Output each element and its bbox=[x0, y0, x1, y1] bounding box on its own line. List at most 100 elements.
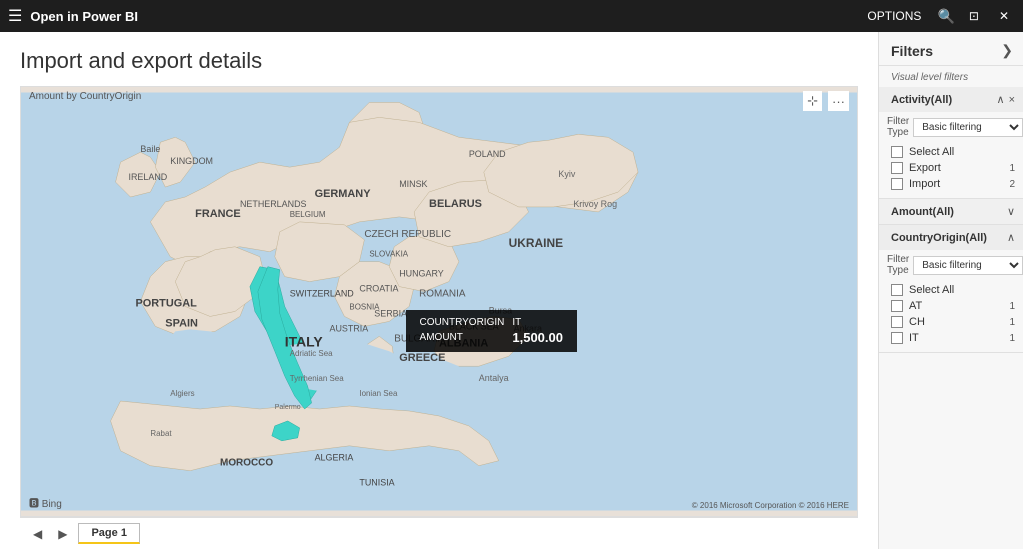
svg-text:BELARUS: BELARUS bbox=[429, 198, 482, 210]
svg-text:NETHERLANDS: NETHERLANDS bbox=[240, 199, 307, 209]
filter-group-amount-icons: ∨ bbox=[1007, 205, 1015, 218]
filter-group-amount: Amount(All) ∨ bbox=[879, 199, 1023, 225]
titlebar: ☰ Open in Power BI OPTIONS 🔍 ⊡ ✕ bbox=[0, 0, 1023, 32]
svg-text:GREECE: GREECE bbox=[399, 352, 445, 364]
filter-group-activity-name: Activity(All) bbox=[891, 94, 952, 106]
page-tab-1[interactable]: Page 1 bbox=[78, 523, 139, 544]
filter-item-count-activity-1: 1 bbox=[1009, 163, 1015, 174]
svg-text:UKRAINE: UKRAINE bbox=[509, 236, 563, 250]
svg-text:IRELAND: IRELAND bbox=[128, 172, 167, 182]
filter-checkbox-countryorigin-ch[interactable] bbox=[891, 316, 903, 328]
svg-text:Baile: Baile bbox=[140, 144, 160, 154]
filter-group-countryorigin-icons: ∧ bbox=[1007, 231, 1015, 244]
page-prev-button[interactable]: ◀ bbox=[28, 525, 47, 543]
filter-item-countryorigin-3[interactable]: IT 1 bbox=[879, 330, 1023, 346]
filters-expand-icon[interactable]: ❯ bbox=[1001, 42, 1013, 59]
filter-item-count-countryorigin-3: 1 bbox=[1009, 333, 1015, 344]
filter-item-count-countryorigin-1: 1 bbox=[1009, 301, 1015, 312]
filter-item-label-countryorigin-1: AT bbox=[909, 300, 1003, 312]
svg-text:Tyrrhenian Sea: Tyrrhenian Sea bbox=[290, 374, 345, 383]
svg-text:Algiers: Algiers bbox=[170, 389, 194, 398]
page-next-button[interactable]: ▶ bbox=[53, 525, 72, 543]
filter-group-activity: Activity(All) ∧ × Filter Type Basic filt… bbox=[879, 87, 1023, 199]
restore-button[interactable]: ⊡ bbox=[963, 7, 985, 25]
svg-text:MINSK: MINSK bbox=[399, 179, 427, 189]
filter-item-countryorigin-0[interactable]: Select All bbox=[879, 282, 1023, 298]
tooltip-country-label: COUNTRYORIGIN bbox=[416, 316, 509, 329]
options-menu[interactable]: OPTIONS bbox=[867, 9, 921, 23]
filter-type-row-activity: Filter Type Basic filtering Advanced fil… bbox=[879, 112, 1023, 142]
page-title: Import and export details bbox=[20, 48, 858, 74]
filter-checkbox-activity-export[interactable] bbox=[891, 162, 903, 174]
svg-text:BOSNIA: BOSNIA bbox=[349, 302, 380, 311]
filter-checkbox-countryorigin-selectall[interactable] bbox=[891, 284, 903, 296]
filters-header: Filters ❯ bbox=[879, 32, 1023, 66]
svg-text:ALGERIA: ALGERIA bbox=[315, 453, 354, 463]
svg-text:SPAIN: SPAIN bbox=[165, 317, 198, 329]
filters-section-label: Visual level filters bbox=[879, 66, 1023, 87]
svg-text:POLAND: POLAND bbox=[469, 149, 506, 159]
filter-type-select-activity[interactable]: Basic filtering Advanced filtering bbox=[913, 118, 1023, 137]
filter-item-activity-1[interactable]: Export 1 bbox=[879, 160, 1023, 176]
filter-group-countryorigin-header[interactable]: CountryOrigin(All) ∧ bbox=[879, 225, 1023, 250]
filter-type-row-countryorigin: Filter Type Basic filtering Advanced fil… bbox=[879, 250, 1023, 280]
svg-text:FRANCE: FRANCE bbox=[195, 208, 241, 220]
svg-text:CROATIA: CROATIA bbox=[359, 284, 398, 294]
filter-items-activity: Select All Export 1 Import 2 bbox=[879, 142, 1023, 198]
svg-text:CZECH REPUBLIC: CZECH REPUBLIC bbox=[364, 229, 451, 240]
filter-checkbox-activity-selectall[interactable] bbox=[891, 146, 903, 158]
filter-group-countryorigin-collapse-icon[interactable]: ∧ bbox=[1007, 231, 1015, 244]
map-toolbar: ⊹ ··· bbox=[803, 91, 849, 111]
map-copyright: © 2016 Microsoft Corporation © 2016 HERE bbox=[692, 501, 849, 510]
svg-text:PORTUGAL: PORTUGAL bbox=[135, 297, 197, 309]
svg-text:TUNISIA: TUNISIA bbox=[359, 478, 394, 488]
filter-group-activity-header[interactable]: Activity(All) ∧ × bbox=[879, 87, 1023, 112]
filter-type-select-countryorigin[interactable]: Basic filtering Advanced filtering bbox=[913, 256, 1023, 275]
content-area: Import and export details Amount by Coun… bbox=[0, 32, 878, 549]
bing-logo: 🅱 Bing bbox=[29, 495, 62, 510]
filter-item-countryorigin-1[interactable]: AT 1 bbox=[879, 298, 1023, 314]
svg-text:AUSTRIA: AUSTRIA bbox=[330, 323, 369, 333]
filter-group-amount-name: Amount(All) bbox=[891, 206, 954, 218]
svg-text:Antalya: Antalya bbox=[479, 373, 509, 383]
map-more-button[interactable]: ··· bbox=[828, 91, 849, 111]
filter-item-countryorigin-2[interactable]: CH 1 bbox=[879, 314, 1023, 330]
hamburger-icon[interactable]: ☰ bbox=[8, 6, 22, 26]
filter-item-activity-0[interactable]: Select All bbox=[879, 144, 1023, 160]
search-icon[interactable]: 🔍 bbox=[937, 8, 954, 25]
svg-text:Rabat: Rabat bbox=[150, 429, 172, 438]
map-footer: 🅱 Bing bbox=[29, 495, 62, 510]
page-nav: ◀ ▶ Page 1 bbox=[20, 517, 858, 549]
map-expand-button[interactable]: ⊹ bbox=[803, 91, 822, 111]
filter-group-activity-close-icon[interactable]: × bbox=[1009, 94, 1015, 106]
svg-text:Palermo: Palermo bbox=[275, 404, 301, 411]
svg-text:Kyiv: Kyiv bbox=[558, 169, 575, 179]
svg-text:SLOVAKIA: SLOVAKIA bbox=[369, 250, 408, 259]
map-container[interactable]: Amount by CountryOrigin ⊹ ··· bbox=[20, 86, 858, 517]
filters-panel: Filters ❯ Visual level filters Activity(… bbox=[878, 32, 1023, 549]
svg-text:ITALY: ITALY bbox=[285, 333, 324, 349]
filter-item-count-activity-2: 2 bbox=[1009, 179, 1015, 190]
filter-group-activity-collapse-icon[interactable]: ∧ bbox=[997, 93, 1005, 106]
map-tooltip: COUNTRYORIGIN IT AMOUNT 1,500.00 bbox=[406, 310, 577, 352]
filter-group-activity-icons: ∧ × bbox=[997, 93, 1016, 106]
filter-checkbox-countryorigin-it[interactable] bbox=[891, 332, 903, 344]
svg-text:Adriatic Sea: Adriatic Sea bbox=[290, 349, 333, 358]
filter-item-label-activity-0: Select All bbox=[909, 146, 1009, 158]
close-button[interactable]: ✕ bbox=[993, 7, 1015, 25]
filter-items-countryorigin: Select All AT 1 CH 1 IT 1 bbox=[879, 280, 1023, 352]
tooltip-amount-value: 1,500.00 bbox=[508, 329, 567, 346]
filter-checkbox-activity-import[interactable] bbox=[891, 178, 903, 190]
main-container: Import and export details Amount by Coun… bbox=[0, 32, 1023, 549]
filter-group-amount-collapse-icon[interactable]: ∨ bbox=[1007, 205, 1015, 218]
filter-item-label-countryorigin-0: Select All bbox=[909, 284, 1009, 296]
filters-title: Filters bbox=[891, 43, 933, 59]
filter-group-amount-header[interactable]: Amount(All) ∨ bbox=[879, 199, 1023, 224]
filter-item-activity-2[interactable]: Import 2 bbox=[879, 176, 1023, 192]
filter-type-label-countryorigin: Filter Type bbox=[887, 254, 909, 276]
filter-item-label-countryorigin-3: IT bbox=[909, 332, 1003, 344]
svg-text:Ionian Sea: Ionian Sea bbox=[359, 389, 398, 398]
filter-group-countryorigin-name: CountryOrigin(All) bbox=[891, 232, 987, 244]
filter-checkbox-countryorigin-at[interactable] bbox=[891, 300, 903, 312]
map-visual: IRELAND KINGDOM NETHERLANDS BELGIUM GERM… bbox=[21, 87, 857, 516]
